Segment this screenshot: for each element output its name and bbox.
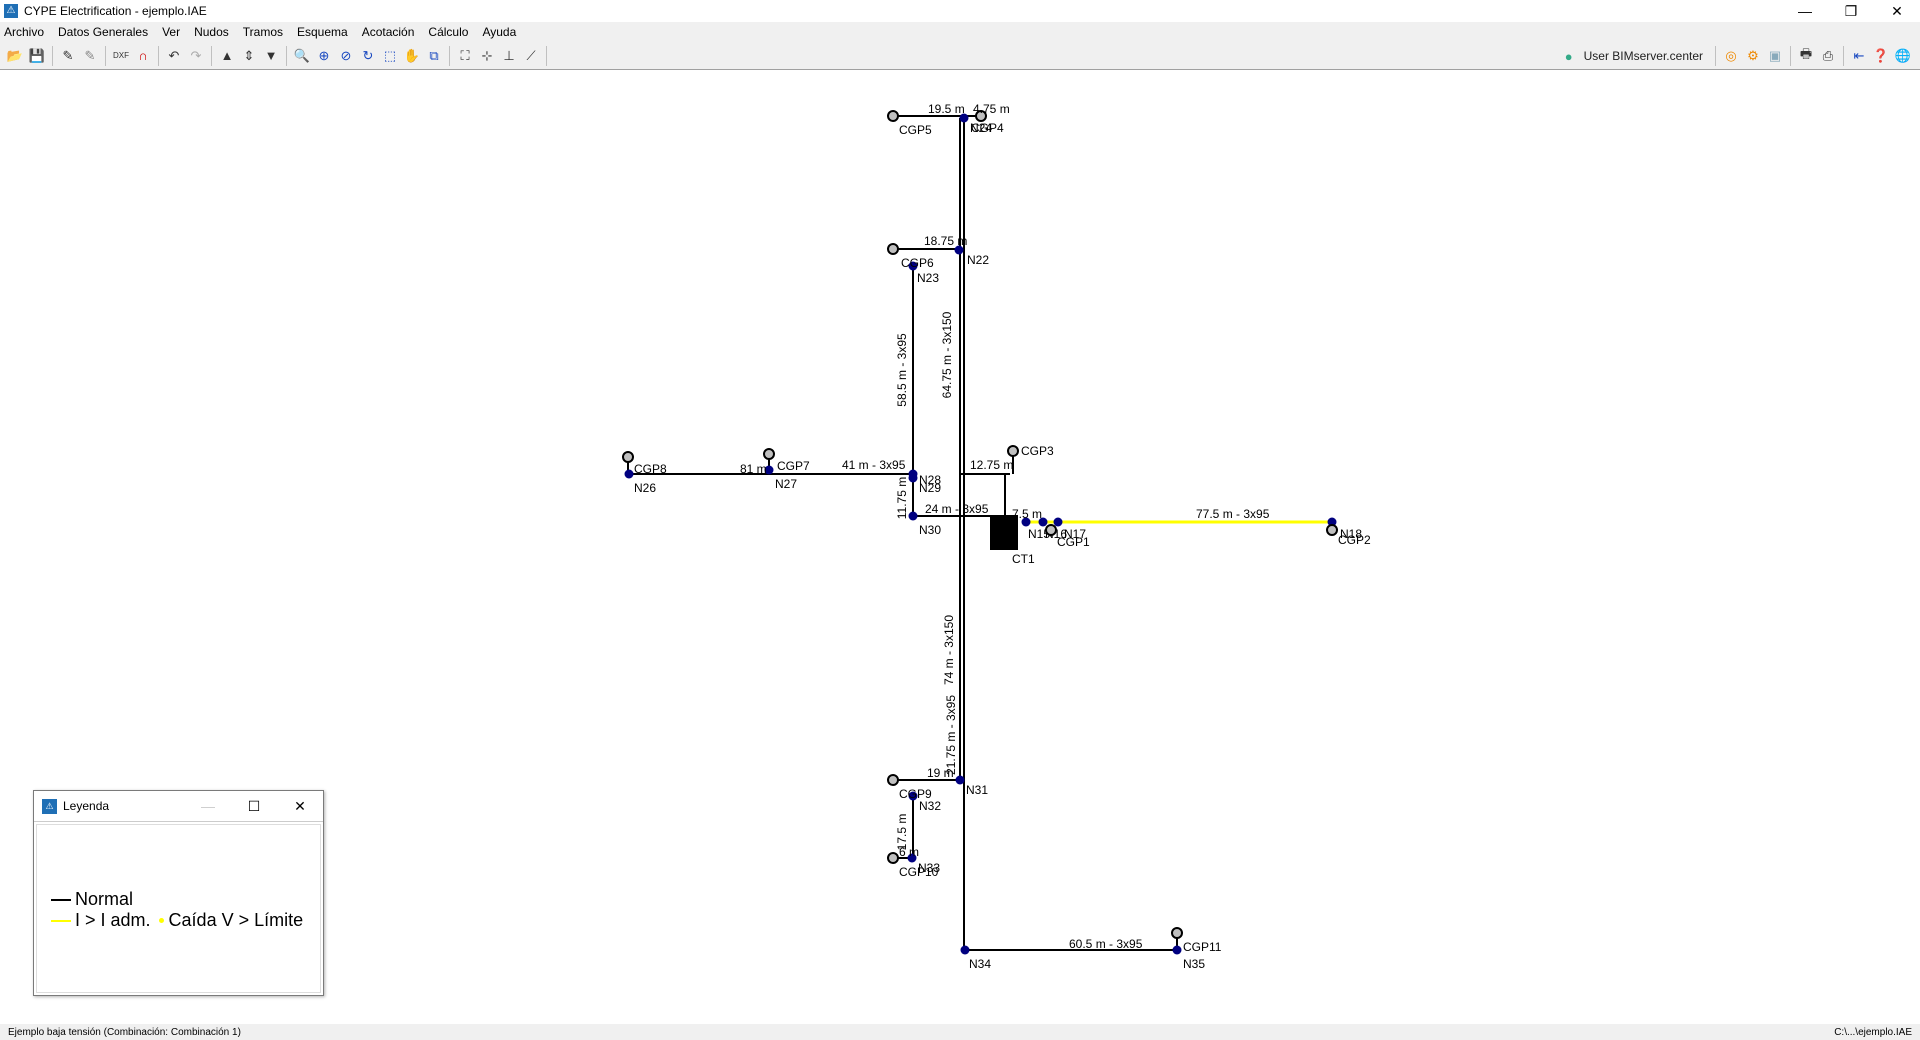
legend-label-normal: Normal	[75, 889, 134, 909]
node-n34[interactable]	[960, 945, 970, 955]
cgp-box-cgp3[interactable]	[1007, 445, 1019, 457]
node-n30[interactable]	[908, 511, 918, 521]
node-label-cgp10: CGP10	[899, 865, 939, 879]
legend-label-overload: I > I adm.	[75, 910, 151, 930]
node-label-n22: N22	[967, 253, 989, 267]
node-label-n30: N30	[919, 523, 941, 537]
node-n17[interactable]	[1053, 517, 1063, 527]
segment-label: 7.5 m	[1012, 507, 1042, 521]
status-bar: Ejemplo baja tensión (Combinación: Combi…	[0, 1024, 1920, 1040]
legend-item-overload: I > I adm. Caída V > Límite	[51, 910, 303, 931]
app-icon: ⚠	[42, 798, 57, 814]
segment-label: 81 m	[740, 462, 767, 476]
node-label-n23: N23	[917, 271, 939, 285]
node-label-n34: N34	[969, 957, 991, 971]
cgp-box-cgp2[interactable]	[1326, 524, 1338, 536]
legend-label-voltage-drop: Caída V > Límite	[168, 910, 304, 930]
segment-label: 4.75 m	[973, 102, 1010, 116]
black-line-swatch	[51, 898, 71, 901]
node-n29[interactable]	[908, 473, 918, 483]
segment-label: 19 m	[927, 766, 954, 780]
yellow-dot-swatch	[158, 918, 164, 923]
segment-label: 11.75 m	[895, 477, 909, 519]
node-label-cgp8: CGP8	[634, 462, 667, 476]
legend-maximize-button[interactable]: ☐	[231, 798, 277, 815]
legend-close-button[interactable]: ✕	[277, 798, 323, 815]
node-label-cgp3: CGP3	[1021, 444, 1054, 458]
legend-item-normal: Normal	[51, 889, 133, 910]
segment-label: 24 m - 3x95	[925, 502, 989, 516]
node-n31[interactable]	[955, 775, 965, 785]
cgp-box-cgp11[interactable]	[1171, 927, 1183, 939]
segment-label: 60.5 m - 3x95	[1069, 937, 1143, 951]
legend-body: Normal I > I adm. Caída V > Límite	[36, 824, 321, 993]
cgp-box-cgp6[interactable]	[887, 243, 899, 255]
legend-window: ⚠ Leyenda — ☐ ✕ Normal I > I adm. Caída …	[33, 790, 324, 996]
segment-label: 18.75 m	[924, 234, 967, 248]
legend-titlebar[interactable]: ⚠ Leyenda — ☐ ✕	[34, 791, 323, 822]
node-label-n31: N31	[966, 783, 988, 797]
segment-label: 58.5 m - 3x95	[895, 333, 909, 407]
node-label-n27: N27	[775, 477, 797, 491]
node-label-cgp4: CGP4	[971, 121, 1004, 135]
segment-label: 6 m	[899, 845, 919, 859]
segment-label: 41 m - 3x95	[842, 458, 906, 472]
node-n26[interactable]	[624, 469, 634, 479]
cgp-box-cgp9[interactable]	[887, 774, 899, 786]
status-right: C:\...\ejemplo.IAE	[1834, 1026, 1912, 1038]
cgp-box-cgp5[interactable]	[887, 110, 899, 122]
node-label-cgp5: CGP5	[899, 123, 932, 137]
segment-label: 64.75 m - 3x150	[940, 311, 954, 398]
node-label-cgp6: CGP6	[901, 256, 934, 270]
node-label-n26: N26	[634, 481, 656, 495]
cgp-box-cgp10[interactable]	[887, 852, 899, 864]
segment-label: 74 m - 3x150	[942, 615, 956, 685]
cgp-box-cgp1[interactable]	[1045, 524, 1057, 536]
node-label-cgp1: CGP1	[1057, 535, 1090, 549]
status-left: Ejemplo baja tensión (Combinación: Combi…	[8, 1026, 241, 1038]
node-label-ct1: CT1	[1012, 552, 1035, 566]
node-label-cgp2: CGP2	[1338, 533, 1371, 547]
cgp-box-cgp7[interactable]	[763, 448, 775, 460]
node-label-cgp9: CGP9	[899, 787, 932, 801]
node-label-cgp7: CGP7	[777, 459, 810, 473]
node-n35[interactable]	[1172, 945, 1182, 955]
segment-label: 21.75 m - 3x95	[944, 695, 958, 775]
cgp-box-cgp8[interactable]	[622, 451, 634, 463]
node-label-n29: N29	[919, 481, 941, 495]
node-label-n32: N32	[919, 799, 941, 813]
legend-minimize-button[interactable]: —	[185, 798, 231, 815]
legend-title: Leyenda	[63, 799, 110, 813]
node-label-cgp11: CGP11	[1183, 940, 1222, 954]
segment-label: 19.5 m	[928, 102, 965, 116]
segment-label: 12.75 m	[970, 458, 1013, 472]
node-label-n35: N35	[1183, 957, 1205, 971]
yellow-line-swatch	[51, 919, 71, 922]
segment-label: 77.5 m - 3x95	[1196, 507, 1270, 521]
